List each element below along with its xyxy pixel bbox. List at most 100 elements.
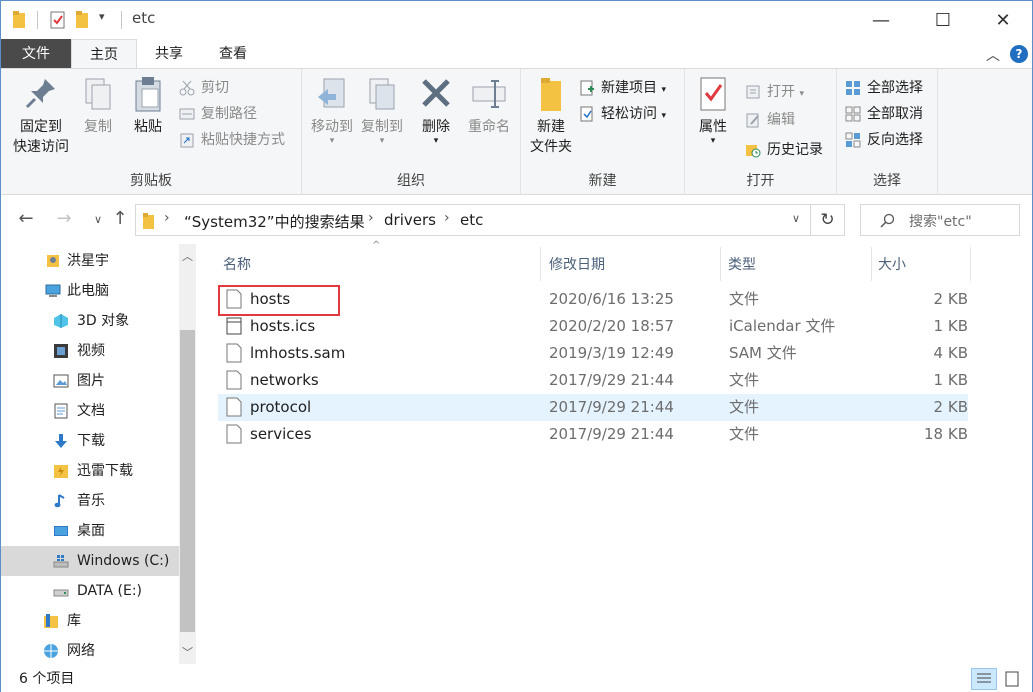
- tab-share[interactable]: 共享: [139, 39, 199, 69]
- file-type: SAM 文件: [729, 344, 797, 362]
- nav-item-3d-objects[interactable]: 3D 对象: [1, 306, 179, 336]
- column-header-type[interactable]: 类型: [728, 247, 756, 283]
- tab-home[interactable]: 主页: [71, 39, 137, 69]
- highlight-annotation: [218, 285, 340, 316]
- rename-icon: [471, 75, 507, 113]
- history-button[interactable]: 历史记录: [745, 139, 823, 161]
- properties-button[interactable]: 属性 ▾: [691, 75, 735, 146]
- search-box[interactable]: 搜索"etc": [860, 204, 1020, 236]
- file-row-protocol[interactable]: protocol 2017/9/29 21:44 文件 2 KB: [218, 394, 968, 421]
- maximize-button[interactable]: ☐: [920, 1, 966, 39]
- cut-button[interactable]: 剪切: [179, 77, 229, 99]
- folder-icon: [143, 213, 154, 229]
- address-dropdown-icon[interactable]: ∨: [792, 212, 800, 225]
- up-arrow-icon[interactable]: ↑: [109, 208, 131, 229]
- file-size: 2 KB: [933, 290, 968, 308]
- close-button[interactable]: ✕: [980, 1, 1026, 39]
- nav-item-videos[interactable]: 视频: [1, 336, 179, 366]
- copy-path-label: 复制路径: [201, 106, 257, 122]
- refresh-button[interactable]: ↻: [811, 204, 845, 236]
- nav-item-desktop[interactable]: 桌面: [1, 516, 179, 546]
- move-to-button[interactable]: 移动到 ▾: [306, 75, 358, 146]
- column-header-name[interactable]: 名称: [223, 247, 251, 283]
- nav-item-music[interactable]: 音乐: [1, 486, 179, 516]
- column-header-size[interactable]: 大小: [878, 247, 906, 283]
- nav-item-label: 库: [67, 613, 81, 629]
- nav-scrollbar[interactable]: ︿ ﹀: [179, 244, 196, 664]
- minimize-icon: —: [872, 9, 890, 31]
- open-icon: [745, 84, 761, 100]
- copy-to-button[interactable]: 复制到 ▾: [356, 75, 408, 146]
- file-row-hosts-ics[interactable]: hosts.ics 2020/2/20 18:57 iCalendar 文件 1…: [218, 313, 968, 340]
- nav-item-label: 视频: [77, 343, 105, 359]
- paste-shortcut-button[interactable]: 粘贴快捷方式: [179, 129, 285, 151]
- breadcrumb-search-results[interactable]: “System32”中的搜索结果: [184, 211, 365, 232]
- paste-button[interactable]: 粘贴: [125, 75, 171, 137]
- select-none-button[interactable]: 全部取消: [845, 103, 923, 125]
- open-button[interactable]: 打开 ▾: [745, 81, 804, 103]
- easy-access-dropdown-icon: ▾: [661, 111, 666, 121]
- scroll-up-icon[interactable]: ︿: [179, 248, 196, 264]
- customize-qat-icon[interactable]: ▾: [99, 10, 105, 23]
- new-item-dropdown-icon: ▾: [661, 85, 666, 95]
- folder-icon: [54, 465, 68, 478]
- forward-arrow-icon[interactable]: →: [53, 208, 75, 229]
- collapse-ribbon-icon[interactable]: ︿: [986, 45, 1000, 65]
- paste-shortcut-label: 粘贴快捷方式: [201, 132, 285, 148]
- scrollbar-thumb[interactable]: [180, 330, 195, 632]
- rename-button[interactable]: 重命名: [462, 75, 516, 137]
- search-placeholder: 搜索"etc": [909, 214, 972, 230]
- nav-item-thunder-downloads[interactable]: 迅雷下载: [1, 456, 179, 486]
- nav-item-this-pc[interactable]: 此电脑: [1, 276, 179, 306]
- rename-label: 重命名: [468, 119, 510, 135]
- nav-item-documents[interactable]: 文档: [1, 396, 179, 426]
- nav-item-data-e[interactable]: DATA (E:): [1, 576, 179, 606]
- details-view-button[interactable]: [971, 668, 997, 690]
- nav-item-user[interactable]: 洪星宇: [1, 246, 179, 276]
- new-folder-button[interactable]: 新建 文件夹: [525, 75, 577, 157]
- pin-icon: [23, 75, 59, 113]
- delete-button[interactable]: 删除 ▾: [418, 75, 454, 146]
- copy-path-button[interactable]: 复制路径: [179, 103, 257, 125]
- file-row-lmhosts[interactable]: lmhosts.sam 2019/3/19 12:49 SAM 文件 4 KB: [218, 340, 968, 367]
- large-icons-view-button[interactable]: [999, 668, 1025, 690]
- column-header-modified[interactable]: 修改日期: [549, 247, 605, 283]
- clipboard-group-label: 剪贴板: [130, 173, 172, 189]
- minimize-button[interactable]: —: [858, 1, 904, 39]
- recent-locations-icon[interactable]: ∨: [87, 213, 109, 226]
- new-folder-icon: [533, 75, 569, 113]
- tab-file[interactable]: 文件: [1, 39, 71, 69]
- new-folder-qat-icon[interactable]: [75, 10, 91, 30]
- back-arrow-icon[interactable]: ←: [15, 208, 37, 229]
- move-to-label: 移动到: [311, 119, 353, 135]
- breadcrumb-drivers[interactable]: drivers: [384, 211, 436, 229]
- help-icon[interactable]: ?: [1010, 45, 1028, 63]
- file-row-services[interactable]: services 2017/9/29 21:44 文件 18 KB: [218, 421, 968, 448]
- select-none-label: 全部取消: [867, 106, 923, 122]
- copy-button[interactable]: 复制: [77, 75, 119, 137]
- invert-selection-button[interactable]: 反向选择: [845, 129, 923, 151]
- tab-view[interactable]: 查看: [203, 39, 263, 69]
- select-all-button[interactable]: 全部选择: [845, 77, 923, 99]
- status-bar: 6 个项目: [1, 665, 1032, 692]
- new-folder-label-1: 新建: [537, 119, 565, 135]
- scroll-down-icon[interactable]: ﹀: [179, 644, 196, 660]
- easy-access-button[interactable]: 轻松访问 ▾: [579, 103, 666, 125]
- file-icon: [226, 343, 242, 363]
- pin-quick-access-button[interactable]: 固定到 快速访问: [7, 75, 75, 157]
- copy-path-icon: [179, 106, 195, 122]
- file-row-networks[interactable]: networks 2017/9/29 21:44 文件 1 KB: [218, 367, 968, 394]
- nav-item-downloads[interactable]: 下载: [1, 426, 179, 456]
- edit-button[interactable]: 编辑: [745, 109, 795, 131]
- file-size: 1 KB: [933, 317, 968, 335]
- copy-to-label: 复制到: [361, 119, 403, 135]
- breadcrumb-etc[interactable]: etc: [460, 211, 483, 229]
- nav-item-libraries[interactable]: 库: [1, 606, 179, 636]
- address-bar[interactable]: › “System32”中的搜索结果 › drivers › etc ∨: [135, 204, 811, 236]
- nav-item-network[interactable]: 网络: [1, 636, 179, 666]
- paste-label: 粘贴: [134, 119, 162, 135]
- nav-item-windows-c[interactable]: Windows (C:): [1, 546, 179, 576]
- nav-item-pictures[interactable]: 图片: [1, 366, 179, 396]
- properties-qat-icon[interactable]: [49, 10, 67, 30]
- new-item-button[interactable]: 新建项目 ▾: [579, 77, 666, 99]
